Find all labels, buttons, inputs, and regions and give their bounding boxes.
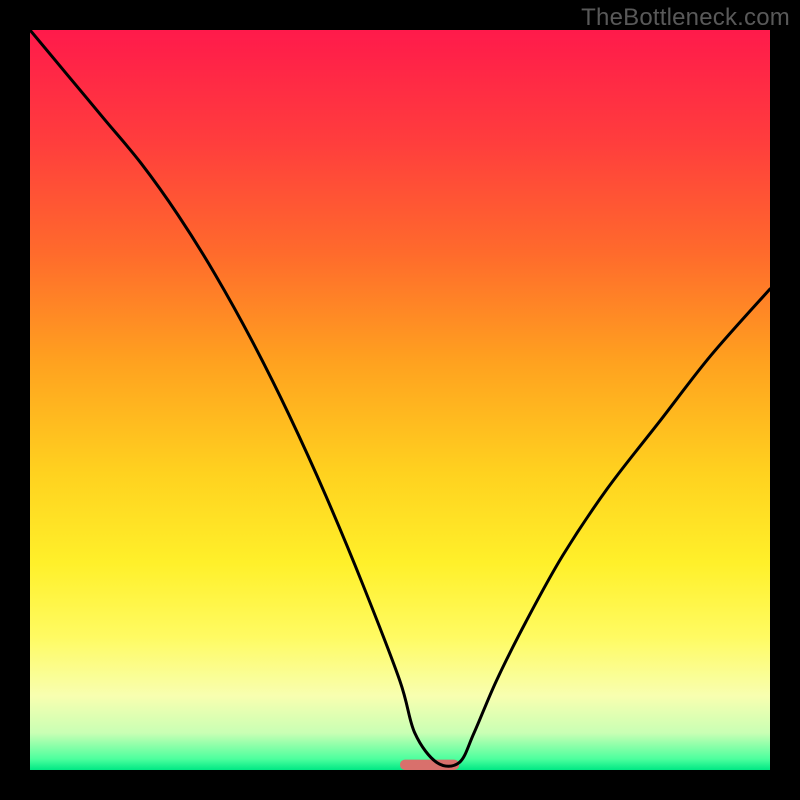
watermark-text: TheBottleneck.com	[581, 4, 790, 32]
chart-frame: TheBottleneck.com	[0, 0, 800, 800]
plot-area	[30, 30, 770, 770]
gradient-backdrop	[30, 30, 770, 770]
chart-svg	[30, 30, 770, 770]
